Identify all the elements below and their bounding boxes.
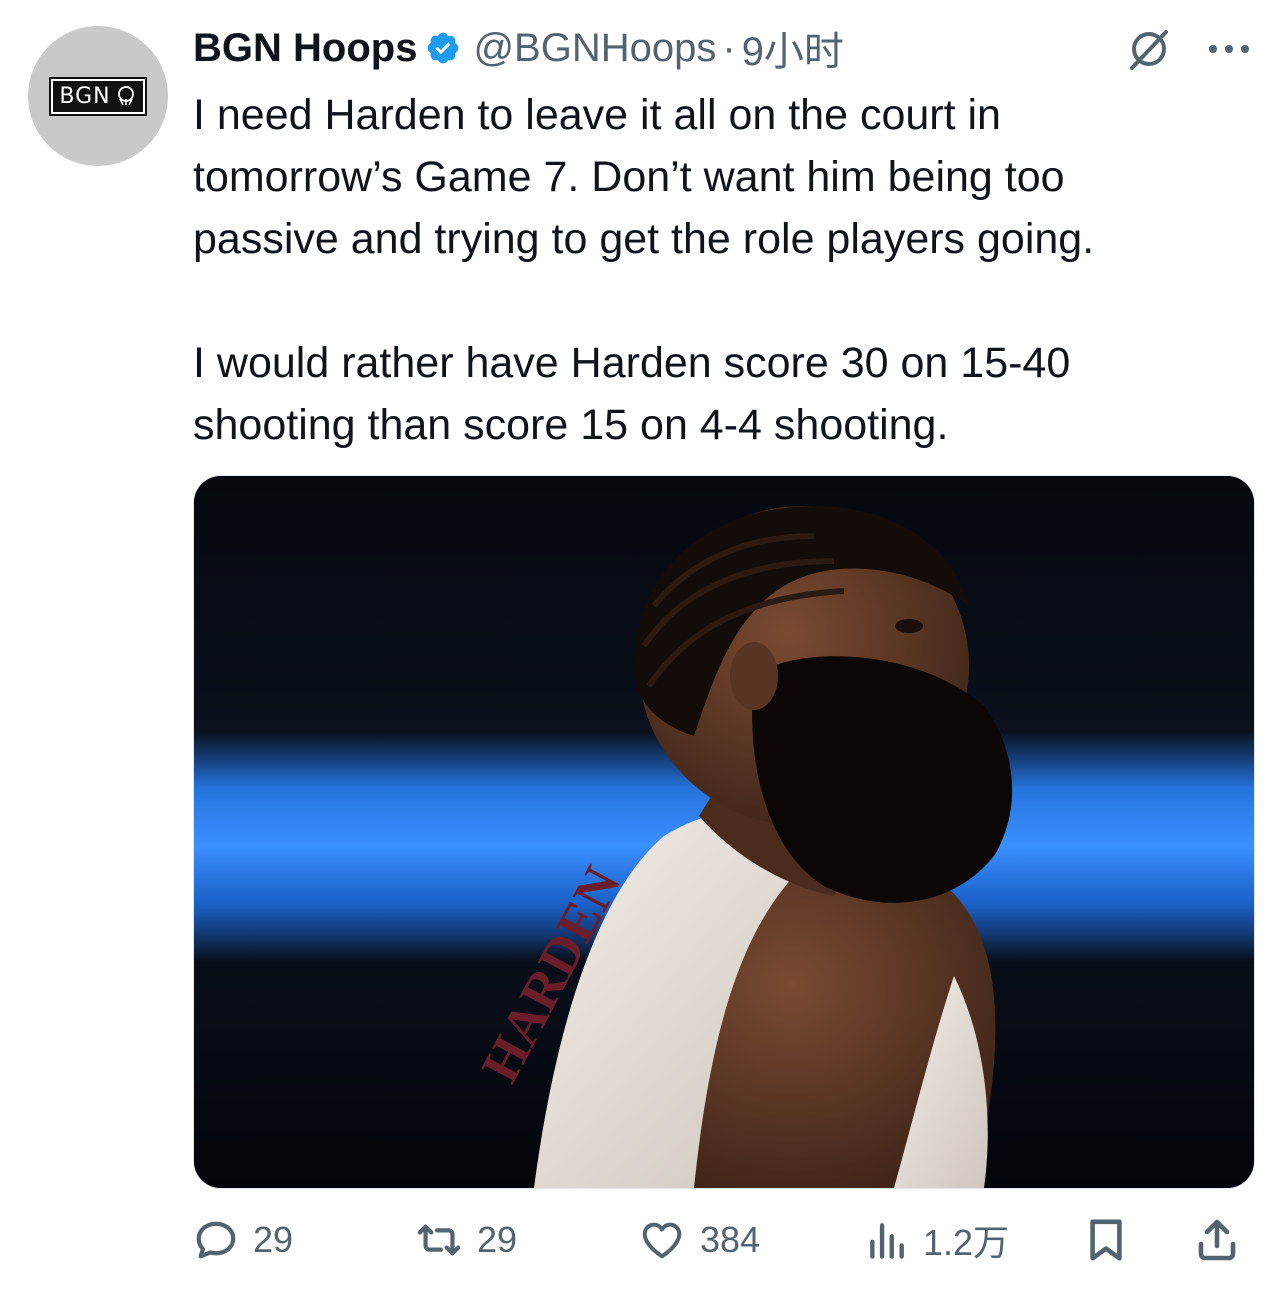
share-button[interactable] — [1193, 1212, 1241, 1268]
tweet-text: I need Harden to leave it all on the cou… — [193, 91, 1095, 449]
views-icon — [870, 1223, 904, 1259]
top-right-icons — [1126, 26, 1252, 72]
bookmark-icon — [1090, 1219, 1122, 1261]
tweet-time[interactable]: 9小时 — [742, 19, 844, 77]
grok-icon[interactable] — [1126, 26, 1172, 72]
like-button[interactable]: 384 — [638, 1212, 760, 1268]
display-name[interactable]: BGN Hoops — [193, 26, 417, 71]
retweet-icon — [417, 1224, 461, 1256]
share-icon — [1198, 1219, 1236, 1261]
retweet-button[interactable]: 29 — [415, 1212, 517, 1268]
avatar-logo: BGN — [49, 76, 147, 116]
verified-icon — [428, 32, 459, 64]
bookmark-button[interactable] — [1083, 1212, 1129, 1268]
basketball-hoop-icon — [117, 86, 134, 106]
more-icon[interactable] — [1206, 41, 1252, 57]
avatar-logo-text: BGN — [59, 83, 111, 109]
tweet-actions: 29 29 384 1.2万 — [193, 1212, 1253, 1268]
tweet-media-photo[interactable]: HARDEN — [193, 475, 1255, 1189]
reply-count: 29 — [253, 1219, 294, 1260]
like-icon — [642, 1222, 682, 1259]
like-count: 384 — [700, 1219, 761, 1260]
views-button[interactable]: 1.2万 — [865, 1212, 1009, 1268]
user-handle[interactable]: @BGNHoops — [473, 26, 716, 71]
avatar[interactable]: BGN — [28, 26, 168, 166]
views-count: 1.2万 — [923, 1222, 1010, 1263]
reply-button[interactable]: 29 — [193, 1212, 293, 1268]
reply-icon — [196, 1221, 236, 1259]
retweet-count: 29 — [477, 1219, 518, 1260]
tweet-header: BGN Hoops @BGNHoops · 9小时 — [193, 19, 844, 77]
header-separator: · — [722, 25, 736, 70]
player-photo: HARDEN — [194, 476, 1254, 1188]
